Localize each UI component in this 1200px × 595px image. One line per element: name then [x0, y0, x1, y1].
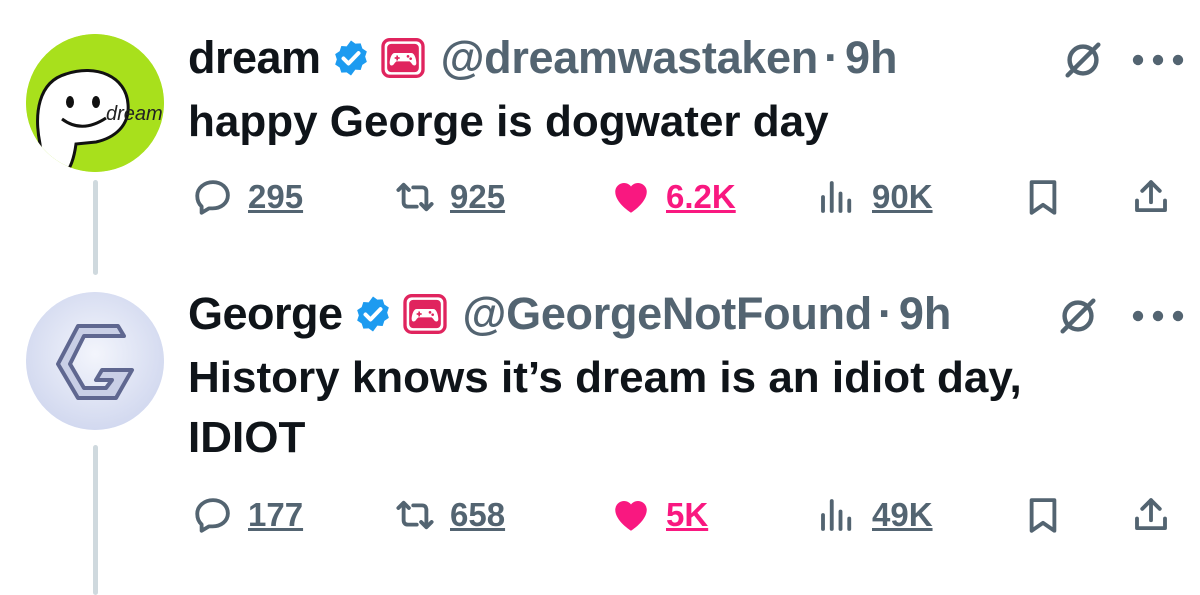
avatar-wordmark: dream [106, 103, 163, 125]
views-count: 49K [872, 496, 933, 533]
reply-count: 295 [248, 178, 304, 215]
views-icon [821, 499, 852, 531]
tweet-george[interactable]: George @GeorgeNotFound · 9h History know… [0, 270, 1200, 594]
repost-button[interactable]: 658 [394, 490, 505, 540]
bookmark-button[interactable] [1022, 490, 1064, 540]
gamepad-badge-icon[interactable] [380, 38, 425, 78]
tweet-header: George @GeorgeNotFound · 9h [188, 286, 951, 342]
timestamp[interactable]: 9h [845, 32, 898, 84]
share-button[interactable] [1130, 172, 1172, 222]
heart-icon [615, 183, 647, 213]
bookmark-button[interactable] [1022, 172, 1064, 222]
george-avatar-image [26, 292, 164, 430]
avatar-dream[interactable]: dream [26, 34, 164, 172]
repost-icon [396, 500, 434, 530]
more-icon[interactable] [1130, 306, 1186, 326]
avatar-george[interactable] [26, 292, 164, 430]
bookmark-icon [1029, 498, 1057, 533]
dream-avatar-image: dream [26, 34, 164, 172]
bookmark-icon [1029, 180, 1057, 215]
repost-count: 925 [450, 178, 506, 215]
like-button[interactable]: 5K [610, 490, 708, 540]
tweet-actions: 177 658 5K 49K [188, 490, 1178, 540]
reply-button[interactable]: 177 [192, 490, 303, 540]
views-button[interactable]: 90K [816, 172, 933, 222]
separator-dot: · [823, 32, 839, 83]
gamepad-badge-icon[interactable] [402, 294, 447, 334]
verified-badge-icon[interactable] [353, 294, 393, 334]
reply-icon [195, 180, 230, 215]
tweet-actions: 295 925 6.2K 90K [188, 172, 1178, 222]
display-name[interactable]: dream [188, 32, 321, 84]
views-button[interactable]: 49K [816, 490, 933, 540]
grok-icon[interactable] [1060, 37, 1106, 83]
separator-dot: · [877, 288, 893, 339]
more-icon[interactable] [1130, 50, 1186, 70]
display-name[interactable]: George [188, 288, 343, 340]
views-icon [821, 181, 852, 213]
share-button[interactable] [1130, 490, 1172, 540]
tweet-dream[interactable]: dream dream @dreamwastaken · 9h happy Ge… [0, 0, 1200, 260]
repost-button[interactable]: 925 [394, 172, 505, 222]
tweet-text: History knows it’s dream is an idiot day… [188, 353, 1022, 462]
verified-badge-icon[interactable] [331, 38, 371, 78]
share-icon [1135, 498, 1167, 531]
like-count: 6.2K [666, 178, 736, 215]
heart-icon [615, 501, 647, 531]
views-count: 90K [872, 178, 933, 215]
share-icon [1135, 180, 1167, 213]
reply-count: 177 [248, 496, 304, 533]
tweet-header: dream @dreamwastaken · 9h [188, 30, 897, 86]
handle[interactable]: @GeorgeNotFound [463, 288, 873, 340]
like-count: 5K [666, 496, 709, 533]
timestamp[interactable]: 9h [899, 288, 952, 340]
repost-count: 658 [450, 496, 506, 533]
like-button[interactable]: 6.2K [610, 172, 736, 222]
tweet-text: happy George is dogwater day [188, 97, 829, 146]
reply-button[interactable]: 295 [192, 172, 303, 222]
repost-icon [396, 182, 434, 212]
grok-icon[interactable] [1055, 293, 1101, 339]
handle[interactable]: @dreamwastaken [441, 32, 819, 84]
reply-icon [195, 498, 230, 533]
